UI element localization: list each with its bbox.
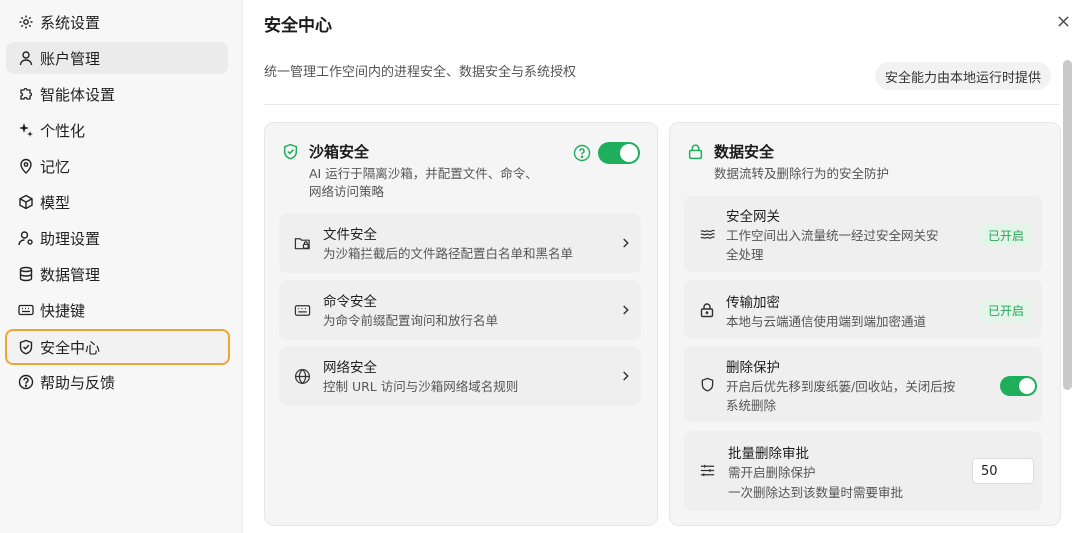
delete-protection-row: 删除保护 开启后优先移到废纸篓/回收站，关闭后按 系统删除 — [684, 346, 1042, 422]
sandbox-security-card: 沙箱安全 AI 运行于隔离沙箱，并配置文件、命令、 网络访问策略 文件安全 为沙… — [264, 122, 658, 526]
sandbox-desc-line1: AI 运行于隔离沙箱，并配置文件、命令、 — [309, 166, 538, 181]
row-title: 删除保护 — [726, 360, 780, 376]
sidebar-item-label: 帮助与反馈 — [40, 373, 116, 392]
chevron-right-icon — [619, 370, 631, 382]
sparkle-icon — [18, 122, 34, 138]
data-security-title: 数据安全 — [714, 143, 775, 161]
row-desc-line1: 工作空间出入流量统一经过安全网关安 — [726, 228, 939, 243]
command-security-row[interactable]: 命令安全 为命令前缀配置询问和放行名单 — [279, 280, 641, 340]
waves-icon — [698, 225, 716, 243]
transport-encryption-row: 传输加密 本地与云端通信使用端到端加密通道 已开启 — [684, 280, 1042, 338]
user-icon — [18, 50, 34, 66]
sidebar-item-security-center[interactable]: 安全中心 — [5, 329, 230, 365]
sidebar-item-account[interactable]: 账户管理 — [6, 42, 228, 74]
sidebar-item-model[interactable]: 模型 — [6, 186, 228, 218]
sidebar-item-label: 记忆 — [40, 157, 71, 176]
row-title: 文件安全 — [323, 227, 377, 243]
sidebar-item-memory[interactable]: 记忆 — [6, 150, 228, 182]
file-security-row[interactable]: 文件安全 为沙箱拦截后的文件路径配置白名单和黑名单 — [279, 213, 641, 273]
sidebar-item-agent-settings[interactable]: 智能体设置 — [6, 78, 228, 110]
lock-icon — [686, 142, 704, 160]
puzzle-icon — [18, 86, 34, 102]
folder-lock-icon — [293, 234, 311, 252]
status-badge: 已开启 — [980, 224, 1033, 246]
close-icon — [1057, 15, 1069, 27]
sidebar-item-help-feedback[interactable]: 帮助与反馈 — [6, 366, 228, 398]
sidebar-item-label: 模型 — [40, 193, 71, 212]
sidebar-item-label: 智能体设置 — [40, 85, 116, 104]
gear-icon — [18, 14, 34, 30]
row-desc-line2: 系统删除 — [726, 398, 777, 413]
row-title: 安全网关 — [726, 209, 780, 225]
row-desc-line1: 开启后优先移到废纸篓/回收站，关闭后按 — [726, 379, 956, 394]
help-icon[interactable] — [573, 144, 591, 162]
sidebar-item-label: 个性化 — [40, 121, 86, 140]
sandbox-toggle[interactable] — [598, 142, 640, 164]
shield-check-icon — [281, 142, 299, 160]
row-title: 批量删除审批 — [728, 446, 809, 462]
data-security-card: 数据安全 数据流转及删除行为的安全防护 安全网关 工作空间出入流量统一经过安全网… — [669, 122, 1061, 526]
keyboard-icon — [293, 301, 311, 319]
sidebar-item-system-settings[interactable]: 系统设置 — [6, 6, 228, 38]
sliders-icon — [698, 461, 716, 479]
database-icon — [18, 266, 34, 282]
chevron-right-icon — [619, 304, 631, 316]
lock-icon — [698, 301, 716, 319]
chevron-right-icon — [619, 237, 631, 249]
row-desc-line2: 一次删除达到该数量时需要审批 — [728, 485, 904, 500]
row-desc-line1: 需开启删除保护 — [728, 465, 816, 480]
sidebar-item-label: 安全中心 — [40, 338, 101, 357]
sidebar-item-label: 快捷键 — [40, 301, 86, 320]
location-pin-icon — [18, 158, 34, 174]
delete-protection-toggle[interactable] — [1000, 376, 1037, 396]
row-title: 网络安全 — [323, 360, 377, 376]
row-title: 传输加密 — [726, 295, 780, 311]
shield-icon — [698, 375, 716, 393]
globe-icon — [293, 367, 311, 385]
row-desc: 为沙箱拦截后的文件路径配置白名单和黑名单 — [323, 246, 574, 261]
sandbox-desc-line2: 网络访问策略 — [309, 184, 385, 199]
shield-icon — [18, 339, 34, 355]
sidebar-item-label: 系统设置 — [40, 13, 101, 32]
sidebar-item-data-management[interactable]: 数据管理 — [6, 258, 228, 290]
sidebar-item-shortcuts[interactable]: 快捷键 — [6, 294, 228, 326]
row-desc: 本地与云端通信使用端到端加密通道 — [726, 314, 927, 329]
row-desc: 为命令前缀配置询问和放行名单 — [323, 313, 499, 328]
network-security-row[interactable]: 网络安全 控制 URL 访问与沙箱网络域名规则 — [279, 346, 641, 406]
data-security-desc: 数据流转及删除行为的安全防护 — [714, 166, 890, 181]
row-desc-line2: 全处理 — [726, 247, 764, 262]
security-gateway-row: 安全网关 工作空间出入流量统一经过安全网关安 全处理 已开启 — [684, 196, 1042, 272]
scrollbar[interactable] — [1063, 60, 1072, 390]
sidebar-item-assistant-settings[interactable]: 助理设置 — [6, 222, 228, 254]
row-title: 命令安全 — [323, 294, 377, 310]
sidebar: 系统设置 账户管理 智能体设置 个性化 记忆 模型 助理设置 数据管理 快捷键 … — [0, 0, 243, 533]
divider — [264, 104, 1059, 105]
sidebar-item-label: 数据管理 — [40, 265, 101, 284]
page-title: 安全中心 — [264, 16, 332, 36]
runtime-badge: 安全能力由本地运行时提供 — [875, 62, 1052, 90]
user-settings-icon — [18, 230, 34, 246]
sandbox-title: 沙箱安全 — [309, 143, 370, 161]
cube-icon — [18, 194, 34, 210]
batch-threshold-input[interactable] — [972, 458, 1034, 484]
sidebar-item-label: 账户管理 — [40, 49, 101, 68]
sidebar-item-label: 助理设置 — [40, 229, 101, 248]
batch-delete-approval-row: 批量删除审批 需开启删除保护 一次删除达到该数量时需要审批 — [684, 431, 1042, 511]
status-badge: 已开启 — [980, 299, 1033, 321]
close-button[interactable] — [1054, 12, 1072, 30]
row-desc: 控制 URL 访问与沙箱网络域名规则 — [323, 379, 519, 394]
help-icon — [18, 374, 34, 390]
main-panel: 安全中心 统一管理工作空间内的进程安全、数据安全与系统授权 安全能力由本地运行时… — [244, 0, 1080, 533]
page-subtitle: 统一管理工作空间内的进程安全、数据安全与系统授权 — [264, 65, 577, 80]
sidebar-item-personalization[interactable]: 个性化 — [6, 114, 228, 146]
keyboard-icon — [18, 302, 34, 318]
